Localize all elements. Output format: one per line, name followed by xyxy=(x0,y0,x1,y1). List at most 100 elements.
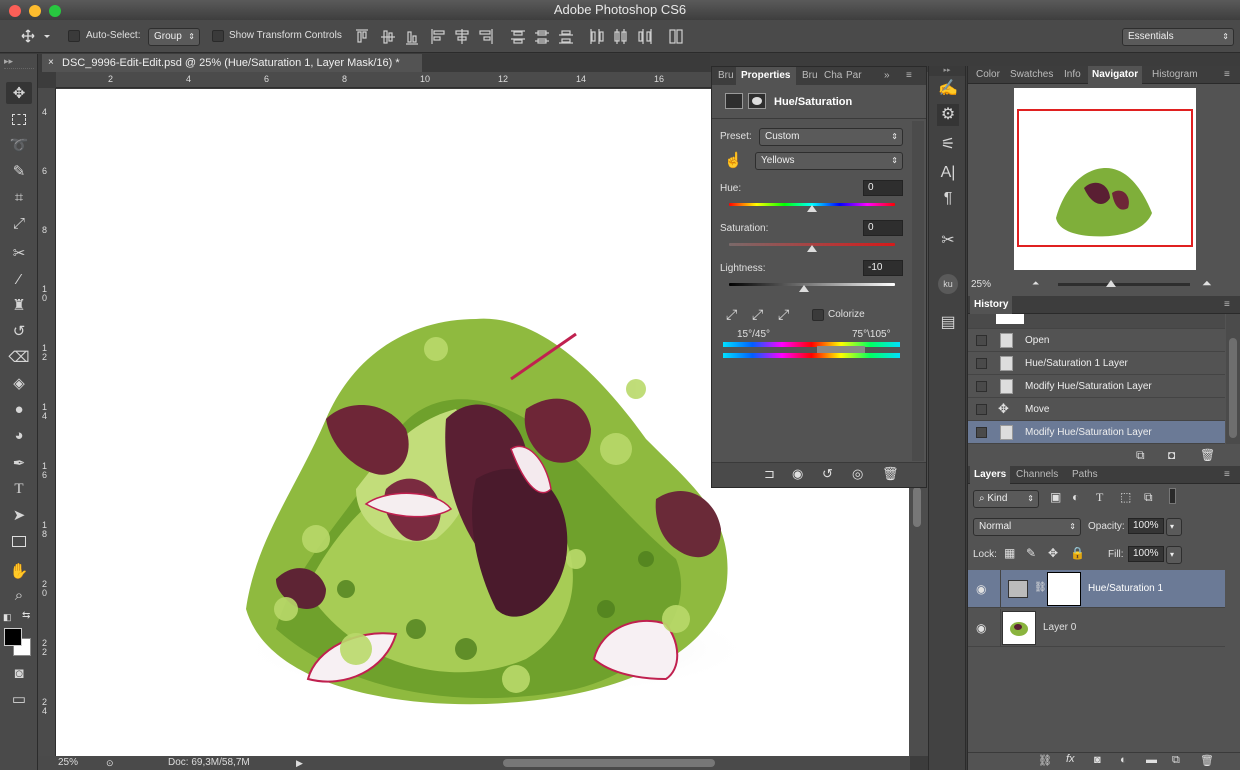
layer-row-selected[interactable]: ◉ ⛓ Hue/Saturation 1 xyxy=(968,570,1225,608)
history-item[interactable]: Open xyxy=(968,329,1225,352)
close-tab-icon[interactable]: × xyxy=(48,54,54,72)
lightness-slider-thumb[interactable] xyxy=(799,285,809,292)
history-item[interactable]: ✥ Move xyxy=(968,398,1225,421)
visibility-eye-icon[interactable]: ◎ xyxy=(852,466,863,482)
rectangle-tool-icon[interactable] xyxy=(6,530,32,552)
layer-name[interactable]: Layer 0 xyxy=(1043,609,1076,647)
brush-presets-icon[interactable]: ⚟ xyxy=(937,134,959,156)
notes-icon[interactable]: ▤ xyxy=(937,312,959,334)
move-tool-icon[interactable]: ✥ xyxy=(6,82,32,104)
history-item[interactable]: Hue/Saturation 1 Layer xyxy=(968,352,1225,375)
character-panel-icon[interactable]: A| xyxy=(937,162,959,184)
zoom-in-icon[interactable]: ⏶ xyxy=(1202,276,1212,291)
filter-pixel-icon[interactable]: ▣ xyxy=(1050,490,1061,504)
tab-navigator[interactable]: Navigator xyxy=(1088,66,1143,84)
panel-menu-icon[interactable]: ≡ xyxy=(1220,66,1234,84)
tab-channels[interactable]: Channels xyxy=(1012,466,1062,484)
lightness-input[interactable]: -10 xyxy=(863,260,903,276)
layer-thumbnail[interactable] xyxy=(1002,611,1036,645)
lasso-tool-icon[interactable]: ➰ xyxy=(6,134,32,156)
paint-bucket-tool-icon[interactable]: ◈ xyxy=(6,372,32,394)
panel-menu-icon[interactable]: ≡ xyxy=(906,67,912,85)
snapshot-row[interactable] xyxy=(968,314,1225,329)
eyedropper-icon[interactable]: ⤢ xyxy=(726,306,737,323)
healing-brush-tool-icon[interactable]: ✂ xyxy=(6,242,32,264)
colorize-checkbox[interactable] xyxy=(812,309,824,321)
history-item[interactable]: Modify Hue/Saturation Layer xyxy=(968,375,1225,398)
navigator-zoom-slider[interactable] xyxy=(1058,283,1190,286)
tab-histogram[interactable]: Histogram xyxy=(1148,66,1202,84)
dodge-tool-icon[interactable]: ◕ xyxy=(6,424,32,446)
default-colors-icon[interactable]: ◧ xyxy=(3,612,12,623)
lock-image-icon[interactable]: ✎ xyxy=(1026,546,1036,560)
tab-paragraph[interactable]: Par xyxy=(846,67,862,85)
close-window-button[interactable] xyxy=(9,5,21,17)
clip-to-layer-icon[interactable]: ⊐ xyxy=(764,466,775,482)
history-source-checkbox[interactable] xyxy=(976,381,987,392)
move-tool-preset-picker[interactable] xyxy=(20,28,50,47)
zoom-out-icon[interactable]: ⏶ xyxy=(1032,278,1039,289)
color-range-selector[interactable] xyxy=(817,346,865,353)
add-mask-icon[interactable]: ◙ xyxy=(1094,754,1101,766)
visibility-eye-icon[interactable]: ◉ xyxy=(976,582,986,596)
eraser-tool-icon[interactable]: ⌫ xyxy=(6,346,32,368)
blur-tool-icon[interactable]: ● xyxy=(6,398,32,420)
history-source-checkbox[interactable] xyxy=(976,358,987,369)
fill-input[interactable]: 100% xyxy=(1128,546,1164,562)
layer-style-fx-icon[interactable]: fx xyxy=(1066,753,1075,765)
tab-color[interactable]: Color xyxy=(972,66,1004,84)
navigator-zoom-value[interactable]: 25% xyxy=(971,279,991,290)
foreground-color-swatch[interactable] xyxy=(4,628,22,646)
document-tab[interactable]: × DSC_9996-Edit-Edit.psd @ 25% (Hue/Satu… xyxy=(42,54,422,72)
zoom-tool-icon[interactable]: ⌕ xyxy=(6,584,32,606)
tab-brush-presets[interactable]: Bru xyxy=(802,67,818,85)
paragraph-panel-icon[interactable]: ¶ xyxy=(937,188,959,210)
reset-icon[interactable]: ↺ xyxy=(822,466,833,482)
marquee-tool-icon[interactable] xyxy=(6,108,32,130)
lock-all-icon[interactable]: 🔒 xyxy=(1070,546,1085,560)
delete-icon[interactable]: 🗑 xyxy=(1200,754,1214,767)
layer-row[interactable]: ◉ Layer 0 xyxy=(968,609,1225,647)
properties-panel-icon[interactable]: ⚙ xyxy=(937,104,959,126)
eyedropper-tool-icon[interactable]: ⤢ xyxy=(6,212,32,234)
visibility-eye-icon[interactable]: ◉ xyxy=(976,621,986,635)
auto-select-dropdown[interactable]: Group ⇕ xyxy=(148,28,200,46)
new-layer-icon[interactable]: ⧉ xyxy=(1172,754,1180,767)
path-selection-tool-icon[interactable]: ➤ xyxy=(6,504,32,526)
tab-brush[interactable]: Bru xyxy=(718,67,734,85)
filter-toggle-switch[interactable] xyxy=(1169,488,1176,504)
tab-channels[interactable]: Cha xyxy=(824,67,842,85)
tool-presets-icon[interactable]: ✂ xyxy=(937,230,959,252)
lock-position-icon[interactable]: ✥ xyxy=(1048,546,1058,560)
history-brush-tool-icon[interactable]: ↺ xyxy=(6,320,32,342)
hue-input[interactable]: 0 xyxy=(863,180,903,196)
opacity-input[interactable]: 100% xyxy=(1128,518,1164,534)
scroll-thumb[interactable] xyxy=(913,487,921,527)
layer-mask-thumbnail[interactable] xyxy=(1047,572,1081,606)
link-layers-icon[interactable]: ⛓ xyxy=(1038,754,1052,767)
history-source-checkbox[interactable] xyxy=(976,427,987,438)
lightness-slider-track[interactable] xyxy=(729,283,895,286)
status-menu-arrow-icon[interactable]: ▶ xyxy=(296,756,303,770)
history-item-selected[interactable]: Modify Hue/Saturation Layer xyxy=(968,421,1225,444)
expand-arrows-icon[interactable]: » xyxy=(884,67,890,85)
tab-properties[interactable]: Properties xyxy=(736,67,796,85)
brush-panel-icon[interactable]: ✍ xyxy=(937,78,959,100)
eyedropper-minus-icon[interactable]: ⤢ xyxy=(778,306,789,323)
blend-mode-dropdown[interactable]: Normal ⇕ xyxy=(973,518,1081,536)
panel-menu-icon[interactable]: ≡ xyxy=(1220,296,1234,314)
filter-type-icon[interactable]: T xyxy=(1096,490,1103,505)
status-share-icon[interactable]: ⊙ xyxy=(106,756,114,770)
new-document-from-state-icon[interactable]: ⧉ xyxy=(1136,448,1145,463)
camera-snapshot-icon[interactable]: ◘ xyxy=(1168,448,1175,462)
filter-smart-object-icon[interactable]: ⧉ xyxy=(1144,490,1153,505)
swap-colors-icon[interactable]: ⇆ xyxy=(22,610,30,621)
panel-menu-icon[interactable]: ≡ xyxy=(1220,466,1234,484)
horizontal-scroll-thumb[interactable] xyxy=(503,759,715,767)
properties-scrollbar[interactable] xyxy=(912,121,924,461)
tab-info[interactable]: Info xyxy=(1060,66,1085,84)
navigator-zoom-thumb[interactable] xyxy=(1106,280,1116,287)
new-group-folder-icon[interactable]: ▬ xyxy=(1146,754,1157,766)
channel-dropdown[interactable]: Yellows ⇕ xyxy=(755,152,903,170)
chain-link-icon[interactable]: ⛓ xyxy=(1034,582,1047,593)
